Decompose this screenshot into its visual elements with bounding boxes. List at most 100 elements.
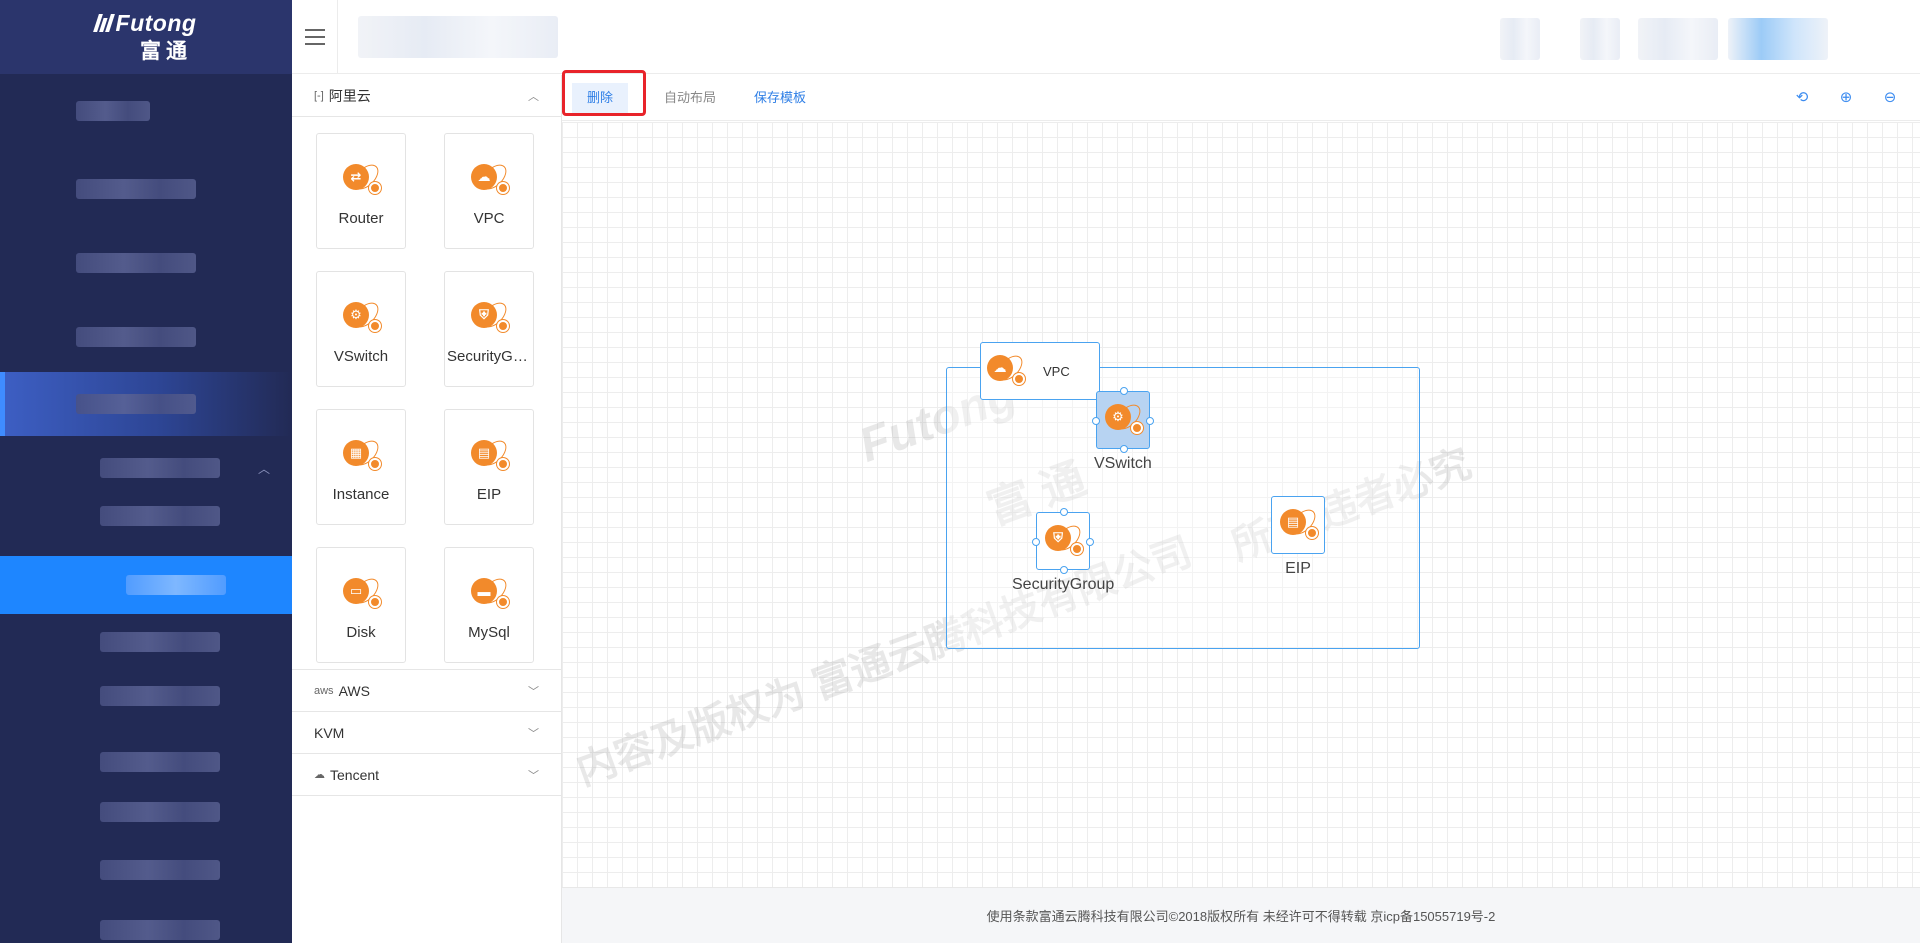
save-template-button[interactable]: 保存模板	[740, 83, 820, 113]
connect-handle-bottom[interactable]	[1060, 566, 1069, 574]
nav-subitem-1[interactable]	[0, 496, 292, 536]
palette-tile-router[interactable]: ⇄ Router	[316, 133, 406, 249]
node-box[interactable]: ⚙	[1091, 387, 1154, 453]
group-header-kvm[interactable]: KVM ﹀	[292, 712, 561, 754]
palette-tile-mysql[interactable]: ▬ MySql	[444, 547, 534, 663]
hamburger-menu-icon[interactable]	[292, 0, 338, 74]
nav-subitem-4[interactable]	[0, 676, 292, 716]
connect-handle-left[interactable]	[1091, 417, 1100, 425]
nav-subitem-7[interactable]	[0, 850, 292, 890]
nav-item-2[interactable]	[0, 164, 292, 214]
diagram-node-vswitch[interactable]: ⚙ VSwitch	[1091, 387, 1154, 473]
palette-tile-eip[interactable]: ▤ EIP	[444, 409, 534, 525]
mysql-icon: ▬	[469, 574, 511, 612]
node-label: SecurityGroup	[1012, 576, 1115, 593]
nav-subitem-5[interactable]	[0, 742, 292, 782]
aliyun-tile-grid: ⇄ Router ☁ VPC ⚙ VSwitch ⛨ SecurityGroup…	[292, 117, 561, 670]
chevron-up-icon: ︿	[257, 461, 270, 476]
nav-item-6-expanded[interactable]: ︿	[0, 446, 292, 490]
tile-label: Instance	[332, 486, 390, 503]
cloud-icon: ☁	[314, 769, 325, 781]
zoom-in-icon[interactable]: ⊕	[1836, 88, 1856, 108]
vpc-container-tag[interactable]: ☁ VPC	[980, 342, 1100, 400]
disk-icon: ▭	[341, 574, 383, 612]
palette-tile-instance[interactable]: ▦ Instance	[316, 409, 406, 525]
tile-label: VPC	[473, 210, 505, 227]
tile-label: VSwitch	[333, 348, 389, 365]
connect-handle-top[interactable]	[1060, 508, 1069, 516]
chevron-down-icon: ﹀	[528, 685, 539, 698]
connect-handle-bottom[interactable]	[1119, 445, 1128, 453]
aliyun-icon: [-]	[314, 89, 324, 102]
tile-label: EIP	[476, 486, 502, 503]
nav-subitem-8[interactable]	[0, 910, 292, 943]
top-header	[292, 0, 1920, 74]
vpc-container-label: VPC	[1043, 363, 1070, 379]
header-action-2[interactable]	[1638, 18, 1718, 60]
footer-text: 使用条款富通云腾科技有限公司©2018版权所有 未经许可不得转载 京icp备15…	[986, 909, 1496, 924]
delete-button[interactable]: 删除	[572, 83, 628, 113]
palette-tile-securitygroup[interactable]: ⛨ SecurityGroup	[444, 271, 534, 387]
tile-label: Router	[338, 210, 384, 227]
component-palette: [-] 阿里云 ︿ ⇄ Router ☁ VPC ⚙ VSwitch ⛨ Sec…	[292, 75, 562, 943]
tile-label: Disk	[346, 624, 376, 641]
vpc-container[interactable]	[946, 367, 1420, 649]
page-footer: 使用条款富通云腾科技有限公司©2018版权所有 未经许可不得转载 京icp备15…	[562, 887, 1920, 943]
reset-icon[interactable]: ⟲	[1792, 88, 1812, 108]
topology-editor: 删除 自动布局 保存模板 ⟲ ⊕ ⊖ Futong 富 通 所有 违者必究 内容…	[562, 70, 1920, 943]
palette-tile-vpc[interactable]: ☁ VPC	[444, 133, 534, 249]
header-title	[358, 16, 558, 58]
auto-layout-button[interactable]: 自动布局	[650, 83, 730, 113]
tile-label: MySql	[468, 624, 510, 641]
vpc-icon: ☁	[985, 351, 1027, 389]
nav-subitem-2-active[interactable]	[0, 556, 292, 614]
connect-handle-top[interactable]	[1119, 387, 1128, 395]
security-group-icon: ⛨	[469, 298, 511, 336]
tile-label: SecurityGroup	[447, 348, 531, 365]
group-title: Tencent	[330, 766, 380, 783]
node-label: VSwitch	[1094, 455, 1152, 472]
node-box[interactable]: ⛨	[1032, 508, 1095, 574]
header-action-1[interactable]	[1580, 18, 1620, 60]
chevron-down-icon: ﹀	[528, 769, 539, 782]
connect-handle-left[interactable]	[1032, 538, 1041, 546]
diagram-canvas[interactable]: Futong 富 通 所有 违者必究 内容及版权为 富通云腾科技有限公司 ☁ V…	[562, 122, 1920, 887]
brand-logo[interactable]: Futong 富通	[0, 0, 292, 74]
node-label: EIP	[1285, 560, 1311, 577]
aws-icon: aws	[314, 684, 334, 697]
diagram-node-eip[interactable]: ▤ EIP	[1271, 496, 1325, 578]
diagram-node-securitygroup[interactable]: ⛨ SecurityGroup	[1012, 508, 1115, 594]
palette-tile-disk[interactable]: ▭ Disk	[316, 547, 406, 663]
security-group-icon: ⛨	[1043, 521, 1086, 559]
instance-icon: ▦	[341, 436, 383, 474]
group-header-aws[interactable]: aws AWS ﹀	[292, 670, 561, 712]
router-icon: ⇄	[341, 160, 383, 198]
palette-tile-vswitch[interactable]: ⚙ VSwitch	[316, 271, 406, 387]
connect-handle-right[interactable]	[1086, 538, 1095, 546]
group-header-aliyun[interactable]: [-] 阿里云 ︿	[292, 75, 561, 117]
connect-handle-right[interactable]	[1145, 417, 1154, 425]
eip-icon: ▤	[1278, 505, 1320, 543]
nav-item-3[interactable]	[0, 238, 292, 288]
nav-item-4[interactable]	[0, 312, 292, 362]
group-title: 阿里云	[328, 87, 371, 104]
vswitch-icon: ⚙	[1103, 400, 1145, 438]
zoom-out-icon[interactable]: ⊖	[1880, 88, 1900, 108]
nav-item-5-active[interactable]	[0, 372, 292, 436]
brand-name: Futong	[115, 9, 197, 36]
group-title: AWS	[338, 682, 370, 699]
header-avatar[interactable]	[1500, 18, 1540, 60]
node-box[interactable]: ▤	[1271, 496, 1325, 554]
group-header-tencent[interactable]: ☁ Tencent ﹀	[292, 754, 561, 796]
eip-icon: ▤	[469, 436, 511, 474]
nav-subitem-3[interactable]	[0, 622, 292, 662]
nav-item-1[interactable]	[0, 86, 292, 136]
nav-subitem-6[interactable]	[0, 792, 292, 832]
editor-toolbar: 删除 自动布局 保存模板 ⟲ ⊕ ⊖	[562, 70, 1920, 121]
vpc-icon: ☁	[469, 160, 511, 198]
header-user[interactable]	[1728, 18, 1828, 60]
brand-sub: 富通	[140, 39, 192, 63]
group-title: KVM	[314, 724, 345, 741]
main-nav: Futong 富通 ︿	[0, 0, 292, 943]
futong-logo-icon	[92, 14, 115, 32]
